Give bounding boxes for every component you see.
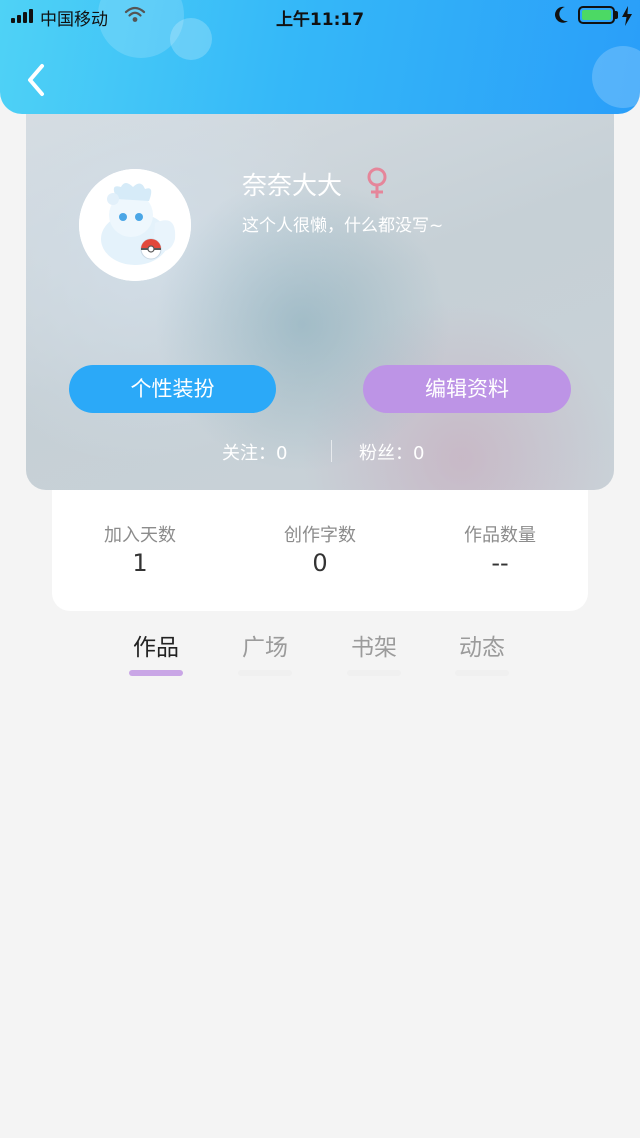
tab-label: 书架 [351,635,397,661]
status-time: 上午11:17 [275,10,365,30]
tab-indicator [238,670,292,676]
decor-bubble [592,46,640,108]
charging-icon [622,6,632,26]
stat-value: -- [491,549,509,577]
stat-label: 加入天数 [104,525,176,546]
stat-value: 1 [132,549,148,577]
edit-profile-button[interactable]: 编辑资料 [363,365,571,413]
tab-activity[interactable]: 动态 [442,628,522,676]
tab-label: 广场 [242,635,288,661]
stat-label: 作品数量 [464,525,536,546]
avatar-image [79,169,191,281]
stat-label: 创作字数 [284,525,356,546]
tab-indicator [347,670,401,676]
user-bio: 这个人很懒，什么都没写~ [242,216,444,236]
user-name: 奈奈大大 [242,171,343,200]
following-count[interactable]: 关注：0 [222,439,287,465]
status-bar: 中国移动 上午11:17 [0,0,640,32]
stats-panel: 加入天数 1 创作字数 0 作品数量 -- [52,470,588,611]
fans-count[interactable]: 粉丝：0 [359,439,424,465]
stat-word-count: 创作字数 0 [250,522,390,576]
dress-up-button[interactable]: 个性装扮 [69,365,276,413]
tab-indicator [455,670,509,676]
avatar[interactable] [79,169,191,281]
tab-bookshelf[interactable]: 书架 [334,628,414,676]
header: 中国移动 上午11:17 [0,0,640,114]
female-icon [367,167,387,198]
stat-value: 0 [312,549,328,577]
divider [331,440,332,462]
battery-icon [578,6,615,24]
back-button[interactable] [20,60,54,100]
tab-label: 动态 [459,635,505,661]
moon-icon [555,6,568,23]
profile-card: 奈奈大大 这个人很懒，什么都没写~ 个性装扮 编辑资料 关注：0 粉丝：0 [26,96,614,490]
stat-works-count: 作品数量 -- [430,522,570,576]
battery-tip [615,11,618,19]
tab-label: 作品 [133,635,179,661]
tab-square[interactable]: 广场 [225,628,305,676]
tab-works[interactable]: 作品 [116,628,196,676]
stat-joined-days: 加入天数 1 [70,522,210,576]
tab-indicator [129,670,183,676]
